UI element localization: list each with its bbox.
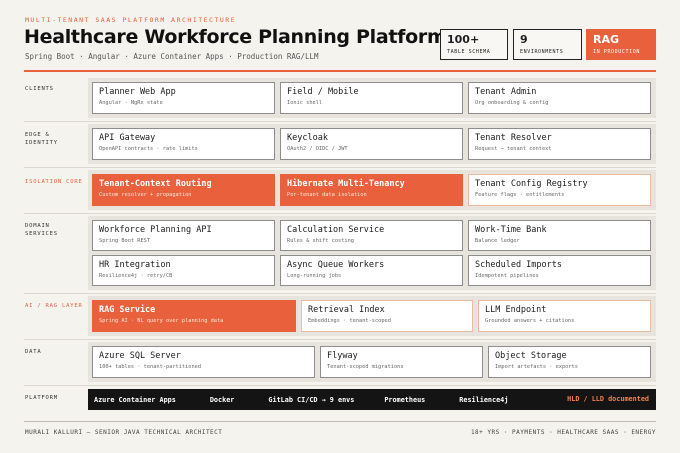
card-llm-endpoint[interactable]: LLM Endpoint Grounded answers + citation… bbox=[478, 300, 651, 332]
card-flyway[interactable]: Flyway Tenant-scoped migrations bbox=[320, 346, 483, 378]
card-title: Work-Time Bank bbox=[475, 225, 547, 235]
card-title: Workforce Planning API bbox=[99, 225, 212, 235]
card-title: Tenant Resolver bbox=[475, 133, 552, 143]
stat-label: ENVIRONMENTS bbox=[520, 49, 564, 55]
card-title: Azure SQL Server bbox=[99, 351, 181, 361]
card-title: Tenant Admin bbox=[475, 87, 537, 97]
platform-item-azure-container-apps: Azure Container Apps bbox=[94, 395, 176, 404]
row-label-data: DATA bbox=[25, 349, 42, 355]
footer-divider bbox=[24, 421, 656, 422]
row-label-platform: PLATFORM bbox=[25, 395, 58, 401]
row-divider bbox=[24, 213, 656, 214]
card-planner-web-app[interactable]: Planner Web App Angular · NgRx state bbox=[92, 82, 275, 114]
card-subtitle: OpenAPI contracts · rate limits bbox=[99, 146, 198, 152]
card-rag-service[interactable]: RAG Service Spring AI · NL query over pl… bbox=[92, 300, 296, 332]
card-keycloak[interactable]: Keycloak OAuth2 / OIDC / JWT bbox=[280, 128, 463, 160]
stat-rag-in-production: RAG IN PRODUCTION bbox=[586, 29, 656, 60]
platform-item-prometheus: Prometheus bbox=[384, 395, 426, 404]
card-tenant-config-registry[interactable]: Tenant Config Registry Feature flags · e… bbox=[468, 174, 651, 206]
platform-item-docker: Docker bbox=[209, 395, 235, 404]
card-title: LLM Endpoint bbox=[485, 305, 547, 315]
card-hibernate-multi-tenancy[interactable]: Hibernate Multi-Tenancy Per-tenant data … bbox=[280, 174, 463, 206]
card-api-gateway[interactable]: API Gateway OpenAPI contracts · rate lim… bbox=[92, 128, 275, 160]
card-title: Calculation Service bbox=[287, 225, 385, 235]
card-workforce-planning-api[interactable]: Workforce Planning API Spring Boot REST bbox=[92, 220, 275, 251]
card-subtitle: Org onboarding & config bbox=[475, 100, 549, 106]
platform-bar: Azure Container Apps Docker GitLab CI/CD… bbox=[88, 389, 656, 410]
card-subtitle: Tenant-scoped migrations bbox=[327, 364, 404, 370]
card-title: API Gateway bbox=[99, 133, 156, 143]
platform-item-resilience4j: Resilience4j bbox=[459, 395, 509, 404]
card-subtitle: Grounded answers + citations bbox=[485, 318, 575, 324]
stat-environments: 9 ENVIRONMENTS bbox=[513, 29, 582, 60]
card-subtitle: Per-tenant data isolation bbox=[287, 192, 367, 198]
card-subtitle: Import artefacts · exports bbox=[495, 364, 578, 370]
card-title: Tenant Config Registry bbox=[475, 179, 588, 189]
card-tenant-admin[interactable]: Tenant Admin Org onboarding & config bbox=[468, 82, 651, 114]
stat-value: 9 bbox=[520, 33, 528, 46]
card-subtitle: Long-running jobs bbox=[287, 273, 342, 279]
row-divider bbox=[24, 167, 656, 168]
card-subtitle: Ionic shell bbox=[287, 100, 323, 106]
card-subtitle: Idempotent pipelines bbox=[475, 273, 539, 279]
card-hr-integration[interactable]: HR Integration Resilience4j · retry/CB bbox=[92, 255, 275, 286]
card-work-time-bank[interactable]: Work-Time Bank Balance ledger bbox=[468, 220, 651, 251]
row-label-clients: CLIENTS bbox=[25, 86, 54, 92]
card-subtitle: Spring AI · NL query over planning data bbox=[99, 318, 224, 324]
stat-label: IN PRODUCTION bbox=[593, 49, 640, 55]
eyebrow-label: MULTI-TENANT SAAS PLATFORM ARCHITECTURE bbox=[25, 16, 237, 24]
card-title: Hibernate Multi-Tenancy bbox=[287, 179, 405, 189]
card-title: HR Integration bbox=[99, 260, 171, 270]
card-field-mobile[interactable]: Field / Mobile Ionic shell bbox=[280, 82, 463, 114]
card-title: Tenant-Context Routing bbox=[99, 179, 212, 189]
row-label-domain: DOMAIN SERVICES bbox=[25, 223, 58, 237]
card-title: Planner Web App bbox=[99, 87, 176, 97]
card-azure-sql-server[interactable]: Azure SQL Server 100+ tables · tenant-pa… bbox=[92, 346, 315, 378]
card-subtitle: Request → tenant context bbox=[475, 146, 552, 152]
platform-item-hld-lld-documented: HLD / LLD documented bbox=[567, 395, 649, 403]
footer-tags: 18+ YRS · PAYMENTS · HEALTHCARE SAAS · E… bbox=[470, 429, 656, 436]
card-tenant-resolver[interactable]: Tenant Resolver Request → tenant context bbox=[468, 128, 651, 160]
stat-value: RAG bbox=[593, 33, 620, 46]
row-divider bbox=[24, 385, 656, 386]
card-subtitle: Embeddings · tenant-scoped bbox=[308, 318, 391, 324]
card-title: Field / Mobile bbox=[287, 87, 359, 97]
card-title: RAG Service bbox=[99, 305, 156, 315]
card-retrieval-index[interactable]: Retrieval Index Embeddings · tenant-scop… bbox=[301, 300, 473, 332]
card-subtitle: Resilience4j · retry/CB bbox=[99, 273, 173, 279]
header-divider bbox=[24, 70, 656, 72]
row-label-isolation: ISOLATION CORE bbox=[25, 179, 83, 185]
row-label-edge: EDGE & IDENTITY bbox=[25, 132, 58, 146]
page-subtitle: Spring Boot · Angular · Azure Container … bbox=[25, 52, 319, 61]
card-subtitle: Feature flags · entitlements bbox=[475, 192, 565, 198]
row-divider bbox=[24, 293, 656, 294]
card-subtitle: 100+ tables · tenant-partitioned bbox=[99, 364, 202, 370]
row-divider bbox=[24, 339, 656, 340]
card-subtitle: Custom resolver + propagation bbox=[99, 192, 192, 198]
card-title: Keycloak bbox=[287, 133, 328, 143]
page-title: Healthcare Workforce Planning Platform bbox=[24, 26, 447, 48]
card-object-storage[interactable]: Object Storage Import artefacts · export… bbox=[488, 346, 651, 378]
stat-label: TABLE SCHEMA bbox=[447, 49, 491, 55]
card-subtitle: OAuth2 / OIDC / JWT bbox=[287, 146, 348, 152]
card-title: Retrieval Index bbox=[308, 305, 385, 315]
card-scheduled-imports[interactable]: Scheduled Imports Idempotent pipelines bbox=[468, 255, 651, 286]
stat-value: 100+ bbox=[447, 33, 480, 46]
card-title: Scheduled Imports bbox=[475, 260, 562, 270]
card-title: Object Storage bbox=[495, 351, 567, 361]
platform-item-gitlab-ci-cd: GitLab CI/CD → 9 envs bbox=[268, 395, 355, 404]
row-divider bbox=[24, 121, 656, 122]
card-title: Async Queue Workers bbox=[287, 260, 385, 270]
row-label-ai-rag: AI / RAG LAYER bbox=[25, 303, 83, 309]
card-tenant-context-routing[interactable]: Tenant-Context Routing Custom resolver +… bbox=[92, 174, 275, 206]
card-calculation-service[interactable]: Calculation Service Rules & shift costin… bbox=[280, 220, 463, 251]
card-async-queue-workers[interactable]: Async Queue Workers Long-running jobs bbox=[280, 255, 463, 286]
card-title: Flyway bbox=[327, 351, 358, 361]
footer-author: MURALI KALLURI — SENIOR JAVA TECHNICAL A… bbox=[25, 429, 223, 436]
card-subtitle: Rules & shift costing bbox=[287, 238, 354, 244]
card-subtitle: Angular · NgRx state bbox=[99, 100, 163, 106]
stat-table-schema: 100+ TABLE SCHEMA bbox=[440, 29, 508, 60]
card-subtitle: Balance ledger bbox=[475, 238, 520, 244]
card-subtitle: Spring Boot REST bbox=[99, 238, 151, 244]
